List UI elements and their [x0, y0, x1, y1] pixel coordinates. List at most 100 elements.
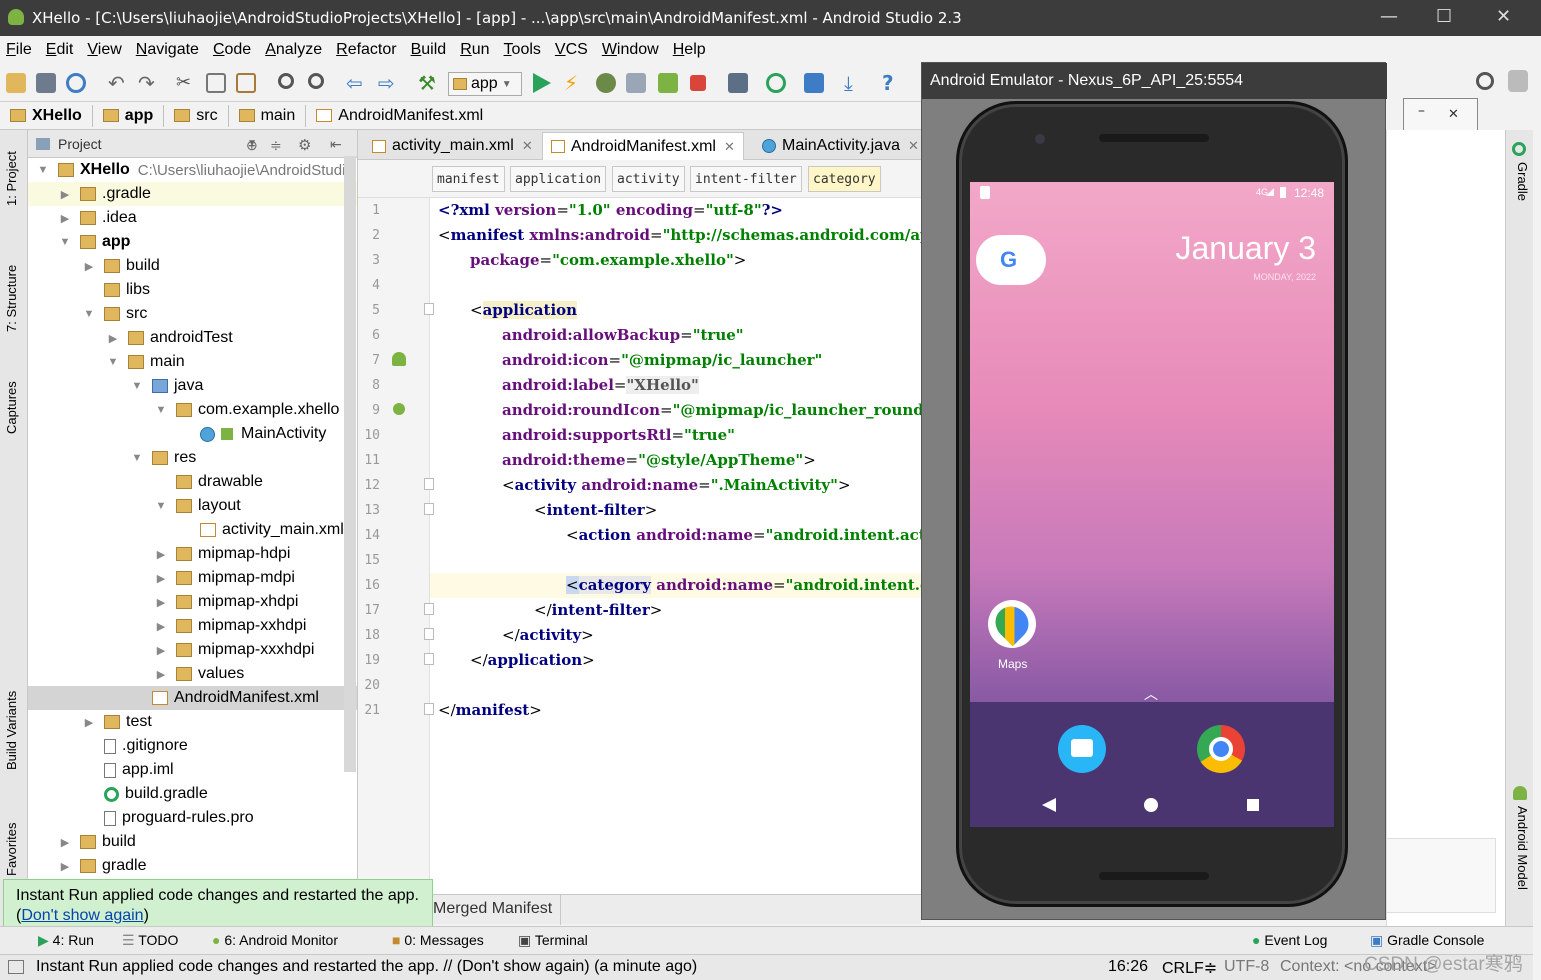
profile-icon[interactable]	[626, 73, 646, 93]
menu-analyze[interactable]: Analyze	[265, 41, 322, 59]
tree-item[interactable]: ▶ mipmap-xhdpi	[28, 590, 357, 614]
maps-app-icon[interactable]	[988, 599, 1036, 648]
tab-android-model[interactable]: Android Model	[1515, 806, 1530, 890]
emu-minimize-button[interactable]: –	[1418, 103, 1425, 119]
search-everywhere-icon[interactable]	[1476, 72, 1494, 90]
close-tab-icon[interactable]: ✕	[724, 139, 735, 155]
tree-item[interactable]: ▼ java	[28, 374, 357, 398]
date-widget[interactable]: January 3	[1175, 230, 1316, 267]
tab-gradle[interactable]: Gradle	[1515, 162, 1530, 201]
menu-vcs[interactable]: VCS	[555, 41, 588, 59]
tab-project[interactable]: 1: Project	[4, 151, 19, 206]
breadcrumb-manifest[interactable]: AndroidManifest.xml	[306, 105, 493, 127]
tree-item[interactable]: drawable	[28, 470, 357, 494]
tree-item[interactable]: ▶ .gradle	[28, 182, 357, 206]
close-button[interactable]: ✕	[1496, 6, 1511, 27]
tree-item[interactable]: app.iml	[28, 758, 357, 782]
messages-app-icon[interactable]	[1058, 725, 1106, 773]
xml-crumb-application[interactable]: application	[510, 166, 607, 192]
find-icon[interactable]	[278, 73, 294, 89]
tab-terminal[interactable]: ▣ Terminal	[518, 932, 588, 949]
menu-code[interactable]: Code	[213, 41, 251, 59]
xml-crumb-category[interactable]: category	[808, 166, 881, 192]
breadcrumb-xhello[interactable]: XHello	[0, 104, 93, 127]
menu-navigate[interactable]: Navigate	[136, 41, 199, 59]
sync-icon[interactable]	[66, 73, 86, 93]
collapse-all-icon[interactable]: ≑	[270, 137, 282, 154]
tree-root[interactable]: ▼ XHello C:\Users\liuhaojie\AndroidStudio	[28, 158, 357, 182]
tree-item[interactable]: ▶ gradle	[28, 854, 357, 878]
recents-nav-icon[interactable]	[1247, 799, 1259, 811]
save-icon[interactable]	[36, 73, 56, 93]
tree-item[interactable]: ▶ test	[28, 710, 357, 734]
tree-item[interactable]: ▼ app	[28, 230, 357, 254]
dont-show-again-link[interactable]: Don't show again	[21, 907, 143, 924]
scroll-from-source-icon[interactable]: ⊕	[246, 137, 258, 154]
tab-activity-main[interactable]: activity_main.xml ✕	[364, 132, 541, 160]
tab-merged-manifest[interactable]: Merged Manifest	[433, 895, 562, 925]
tab-structure[interactable]: 7: Structure	[4, 265, 19, 332]
back-nav-icon[interactable]	[1042, 798, 1056, 812]
maximize-button[interactable]: ☐	[1436, 6, 1452, 27]
breadcrumb-main[interactable]: main	[229, 104, 307, 127]
copy-icon[interactable]	[206, 73, 226, 93]
tab-event-log[interactable]: ● Event Log	[1252, 932, 1327, 948]
menu-window[interactable]: Window	[602, 41, 659, 59]
tree-item[interactable]: activity_main.xml	[28, 518, 357, 542]
xml-crumb-manifest[interactable]: manifest	[432, 166, 505, 192]
status-message[interactable]: Instant Run applied code changes and res…	[36, 958, 697, 976]
avd-manager-icon[interactable]	[728, 73, 748, 93]
project-structure-icon[interactable]	[804, 73, 824, 93]
breadcrumb-src[interactable]: src	[164, 104, 229, 127]
hide-panel-icon[interactable]: ⇤	[330, 136, 342, 153]
close-tab-icon[interactable]: ✕	[522, 138, 533, 154]
forward-icon[interactable]: ⇨	[378, 73, 398, 93]
debug-icon[interactable]	[596, 73, 616, 93]
android-icon[interactable]	[392, 352, 406, 366]
tree-item[interactable]: ▼ res	[28, 446, 357, 470]
tree-item[interactable]: ▼ layout	[28, 494, 357, 518]
run-icon[interactable]	[533, 73, 551, 93]
tree-item[interactable]: ▼ com.example.xhello	[28, 398, 357, 422]
menu-edit[interactable]: Edit	[46, 41, 74, 59]
undo-icon[interactable]: ↶	[108, 73, 128, 93]
tab-android-manifest[interactable]: AndroidManifest.xml ✕	[542, 132, 744, 160]
sync-gradle-icon[interactable]	[766, 73, 786, 93]
caret-position[interactable]: 16:26	[1108, 958, 1148, 976]
back-icon[interactable]: ⇦	[346, 73, 366, 93]
app-drawer-chevron-icon[interactable]: ︿	[1144, 684, 1158, 704]
gear-icon[interactable]: ⚙	[298, 136, 311, 154]
avatar-icon[interactable]	[1508, 70, 1528, 92]
tab-run[interactable]: ▶ 4: Run	[38, 932, 94, 949]
replace-icon[interactable]	[308, 73, 324, 89]
android-icon[interactable]	[393, 403, 405, 415]
menu-run[interactable]: Run	[460, 41, 489, 59]
code-area[interactable]: <?xml version="1.0" encoding="utf-8"?> <…	[430, 198, 921, 894]
home-nav-icon[interactable]	[1144, 798, 1158, 812]
menu-tools[interactable]: Tools	[504, 41, 541, 59]
help-icon[interactable]: ?	[882, 73, 902, 93]
tree-item[interactable]: build.gradle	[28, 782, 357, 806]
google-search-pill[interactable]: G	[976, 235, 1046, 285]
tab-main-activity[interactable]: MainActivity.java ✕	[754, 132, 921, 160]
tab-messages[interactable]: ■ 0: Messages	[392, 932, 484, 948]
tree-item[interactable]: ▶ values	[28, 662, 357, 686]
menu-file[interactable]: File	[6, 41, 32, 59]
menu-view[interactable]: View	[87, 41, 121, 59]
menu-refactor[interactable]: Refactor	[336, 41, 396, 59]
tab-build-variants[interactable]: Build Variants	[4, 691, 19, 770]
tree-item[interactable]: ▼ main	[28, 350, 357, 374]
menu-help[interactable]: Help	[673, 41, 706, 59]
tree-item[interactable]: ▶ androidTest	[28, 326, 357, 350]
tree-item[interactable]: ▶ mipmap-hdpi	[28, 542, 357, 566]
emu-close-button[interactable]: ✕	[1448, 107, 1459, 122]
menu-build[interactable]: Build	[411, 41, 447, 59]
tab-captures[interactable]: Captures	[4, 381, 19, 434]
open-icon[interactable]	[6, 73, 26, 93]
tab-favorites[interactable]: Favorites	[4, 823, 19, 876]
minimize-button[interactable]: —	[1380, 6, 1398, 27]
file-encoding[interactable]: UTF-8	[1224, 958, 1269, 976]
xml-crumb-activity[interactable]: activity	[612, 166, 685, 192]
run-config-select[interactable]: app ▼	[448, 72, 522, 96]
tab-todo[interactable]: ☰ TODO	[122, 932, 178, 949]
